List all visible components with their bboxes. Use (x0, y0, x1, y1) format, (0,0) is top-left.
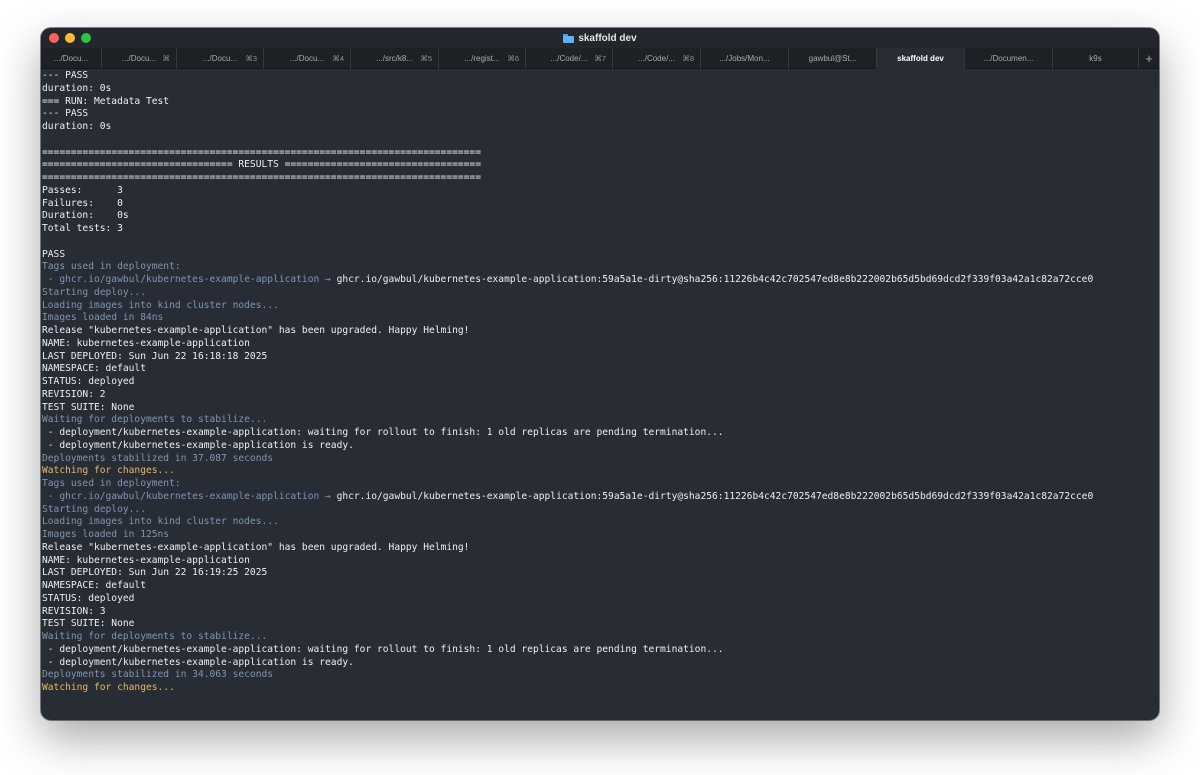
terminal-line: Release "kubernetes-example-application"… (42, 541, 470, 553)
terminal-line: NAME: kubernetes-example-application (42, 554, 250, 566)
terminal-line: Tags used in deployment: (42, 261, 181, 273)
image-tag-text: ghcr.io/gawbul/kubernetes-example-applic… (336, 274, 1094, 285)
tab-label: .../Docu... (53, 54, 89, 63)
terminal-window: skaffold dev .../Docu... .../Docu... ⌘ .../… (41, 28, 1159, 720)
tab-label: .../Docu... (202, 54, 238, 63)
terminal-line: Tags used in deployment: (42, 478, 181, 489)
terminal-line: STATUS: deployed (42, 376, 135, 387)
tab-10[interactable]: gawbul@St... (789, 48, 877, 69)
tab-label: .../src/k8... (376, 54, 413, 63)
tab-label: .../Documen... (983, 54, 1034, 63)
tab-6[interactable]: .../regist... ⌘6 (439, 48, 526, 69)
tab-7[interactable]: .../Code/... ⌘7 (526, 48, 613, 69)
tab-9[interactable]: .../Jobs/Mon... (701, 48, 789, 69)
terminal-line: Failures: 0 (42, 197, 123, 209)
terminal-line: Watching for changes... (42, 682, 175, 693)
tab-12[interactable]: .../Documen... (965, 48, 1053, 69)
tab-label: .../Code/... (550, 54, 588, 63)
terminal-line: ========================================… (42, 146, 481, 158)
tab-3[interactable]: .../Docu... ⌘3 (177, 48, 264, 69)
tab-label: k9s (1089, 54, 1102, 63)
terminal-line: Watching for changes... (42, 465, 175, 477)
terminal-line: Images loaded in 125ns (42, 529, 170, 540)
tab-5[interactable]: .../src/k8... ⌘5 (351, 48, 439, 69)
terminal-line: Duration: 0s (42, 210, 129, 222)
tab-label: .../Docu... (121, 54, 157, 63)
terminal-line: --- PASS (42, 70, 89, 81)
image-source-text: - ghcr.io/gawbul/kubernetes-example-appl… (42, 274, 337, 285)
tab-4[interactable]: .../Docu... ⌘4 (264, 48, 351, 69)
terminal-line: - deployment/kubernetes-example-applicat… (42, 427, 724, 438)
terminal-line: duration: 0s (42, 82, 112, 94)
tab-shortcut: ⌘4 (332, 54, 344, 63)
tab-shortcut: ⌘6 (507, 54, 519, 63)
close-window-button[interactable] (49, 33, 59, 43)
terminal-line: Loading images into kind cluster nodes..… (42, 516, 279, 528)
terminal-line: Starting deploy... (42, 286, 146, 298)
terminal-line: NAME: kubernetes-example-application (42, 337, 250, 349)
terminal-line: TEST SUITE: None (42, 401, 135, 413)
window-controls (49, 33, 91, 43)
tab-1[interactable]: .../Docu... (41, 48, 102, 69)
tab-label: skaffold dev (897, 54, 944, 63)
terminal-line: Waiting for deployments to stabilize... (42, 631, 268, 642)
terminal-line: LAST DEPLOYED: Sun Jun 22 16:18:18 2025 (42, 350, 268, 362)
window-title: skaffold dev (563, 32, 637, 44)
tab-label: .../regist... (464, 54, 500, 63)
terminal-line: - deployment/kubernetes-example-applicat… (42, 643, 724, 655)
terminal-line: NAMESPACE: default (42, 363, 146, 375)
tab-shortcut: ⌘3 (245, 54, 257, 63)
terminal-line: Loading images into kind cluster nodes..… (42, 299, 279, 311)
terminal-line: --- PASS (42, 108, 89, 120)
new-tab-button[interactable]: + (1139, 48, 1159, 69)
terminal-line: ================================= RESULT… (42, 159, 481, 171)
tab-8[interactable]: .../Code/... ⌘8 (613, 48, 701, 69)
terminal-line: REVISION: 2 (42, 388, 106, 400)
terminal-line: STATUS: deployed (42, 592, 135, 604)
terminal-line: duration: 0s (42, 121, 112, 132)
minimize-window-button[interactable] (65, 33, 75, 43)
title-bar[interactable]: skaffold dev (41, 28, 1159, 48)
image-tag-text: ghcr.io/gawbul/kubernetes-example-applic… (336, 490, 1094, 502)
tab-shortcut: ⌘7 (594, 54, 606, 63)
tab-shortcut: ⌘8 (682, 54, 694, 63)
tab-11[interactable]: skaffold dev (877, 48, 965, 69)
tab-label: .../Docu... (289, 54, 325, 63)
terminal-line: Passes: 3 (42, 184, 123, 196)
tab-label: gawbul@St... (808, 54, 857, 63)
tab-label: .../Jobs/Mon... (719, 54, 770, 63)
terminal-line: - ghcr.io/gawbul/kubernetes-example-appl… (42, 491, 1159, 504)
terminal-line: LAST DEPLOYED: Sun Jun 22 16:19:25 2025 (42, 567, 268, 579)
terminal-line: Deployments stabilized in 34.063 seconds (42, 669, 274, 681)
tab-shortcut: ⌘ (162, 54, 171, 63)
folder-icon (563, 33, 575, 43)
terminal-line: ========================================… (42, 172, 481, 183)
tab-label: .../Code/... (638, 54, 675, 63)
tab-2[interactable]: .../Docu... ⌘ (102, 48, 177, 69)
terminal-line: - deployment/kubernetes-example-applicat… (42, 656, 354, 668)
tab-bar: .../Docu... .../Docu... ⌘ .../Docu... ⌘3 .../… (41, 48, 1159, 69)
terminal-line: REVISION: 3 (42, 605, 106, 617)
terminal-line: PASS (42, 248, 66, 260)
tab-shortcut: ⌘5 (420, 54, 432, 63)
terminal-line: Waiting for deployments to stabilize... (42, 414, 268, 426)
terminal-line: Images loaded in 84ns (42, 312, 164, 324)
terminal-line: TEST SUITE: None (42, 618, 135, 630)
maximize-window-button[interactable] (81, 33, 91, 43)
terminal-line: - deployment/kubernetes-example-applicat… (42, 439, 354, 451)
terminal-line: - ghcr.io/gawbul/kubernetes-example-appl… (42, 274, 1159, 287)
terminal-line: === RUN: Metadata Test (42, 95, 170, 107)
terminal-output[interactable]: --- PASS duration: 0s === RUN: Metadata Te… (41, 70, 1159, 720)
terminal-line: Starting deploy... (42, 503, 146, 515)
terminal-line: Deployments stabilized in 37.087 seconds (42, 452, 274, 464)
image-source-text: - ghcr.io/gawbul/kubernetes-example-appl… (42, 490, 337, 502)
window-title-text: skaffold dev (578, 32, 637, 44)
tab-13[interactable]: k9s (1053, 48, 1139, 69)
terminal-line: Total tests: 3 (42, 223, 123, 234)
terminal-line: Release "kubernetes-example-application"… (42, 325, 470, 336)
terminal-line: NAMESPACE: default (42, 580, 146, 591)
